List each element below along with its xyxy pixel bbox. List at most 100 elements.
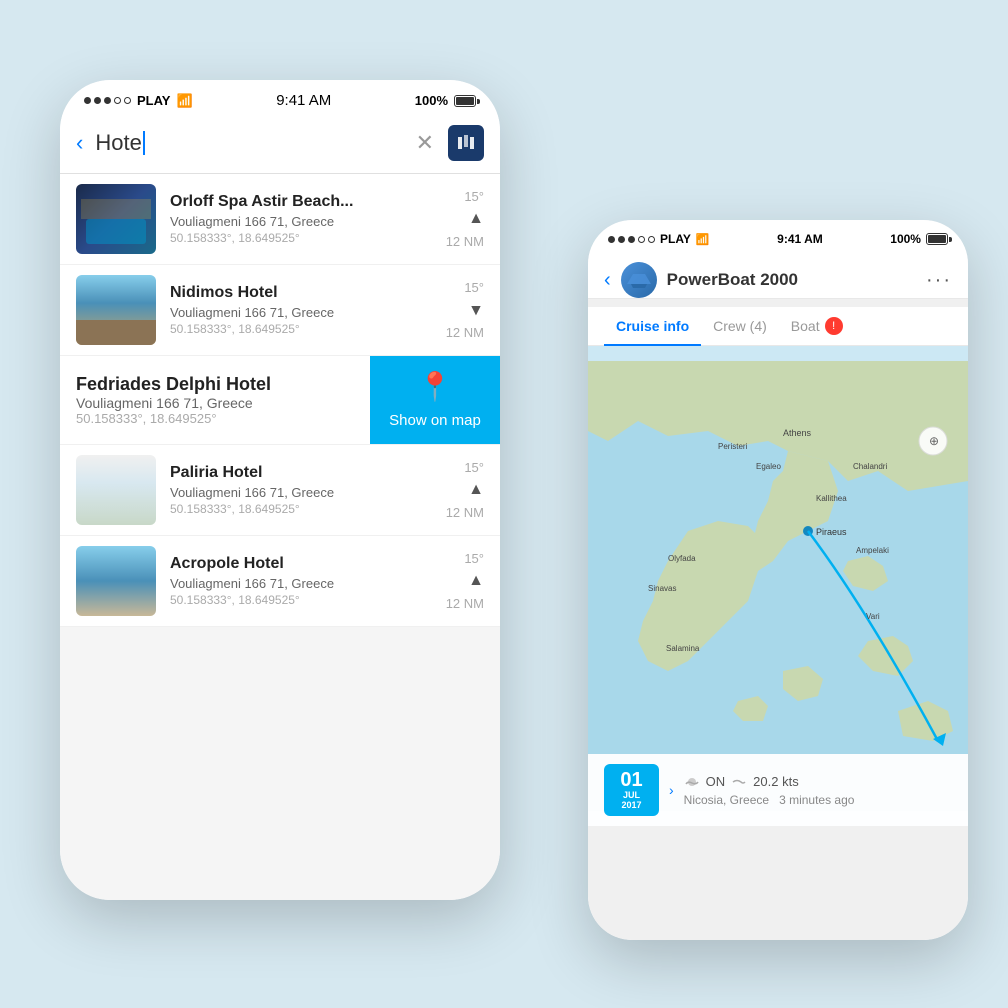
wifi-icon: 📶 bbox=[176, 93, 192, 109]
dot3 bbox=[628, 236, 635, 243]
table-row[interactable]: Acropole Hotel Vouliagmeni 166 71, Greec… bbox=[60, 536, 500, 627]
date-month: JUL bbox=[623, 790, 640, 800]
hotel-thumbnail bbox=[76, 455, 156, 525]
svg-text:Kallithea: Kallithea bbox=[816, 494, 847, 503]
map-pin-icon: 📍 bbox=[418, 370, 453, 403]
signal-dots bbox=[84, 97, 131, 104]
hotel-meta: 15° ▲ 12 NM bbox=[446, 460, 484, 520]
dot2 bbox=[94, 97, 101, 104]
hotel-meta: 15° ▲ 12 NM bbox=[446, 280, 484, 340]
status-bar-phone1: PLAY 📶 9:41 AM 100% bbox=[60, 80, 500, 117]
hotel-name: Nidimos Hotel bbox=[170, 284, 436, 302]
hotel-name: Orloff Spa Astir Beach... bbox=[170, 193, 436, 211]
svg-text:Ampelaki: Ampelaki bbox=[856, 546, 889, 555]
results-list: Orloff Spa Astir Beach... Vouliagmeni 16… bbox=[60, 174, 500, 627]
trip-location: Nicosia, Greece 3 minutes ago bbox=[684, 793, 952, 807]
boat-label: Boat bbox=[791, 318, 820, 334]
hotel-thumbnail bbox=[76, 275, 156, 345]
date-day: 01 bbox=[620, 770, 642, 790]
hotel-coords: 50.158333°, 18.649525° bbox=[170, 502, 436, 516]
search-input[interactable]: Hote bbox=[95, 130, 403, 156]
svg-text:Chalandri: Chalandri bbox=[853, 462, 887, 471]
hotel-meta: 15° ▲ 12 NM bbox=[446, 189, 484, 249]
cruise-tabs: Cruise info Crew (4) Boat ! bbox=[588, 307, 968, 346]
wind-icon bbox=[731, 774, 747, 790]
map-toggle-button[interactable] bbox=[448, 125, 484, 161]
table-row[interactable]: Nidimos Hotel Vouliagmeni 166 71, Greece… bbox=[60, 265, 500, 356]
phone1-search: PLAY 📶 9:41 AM 100% ‹ Hote ✕ bbox=[60, 80, 500, 900]
svg-text:Egaleo: Egaleo bbox=[756, 462, 781, 471]
search-actions: ✕ bbox=[416, 125, 484, 161]
hotel-info: Orloff Spa Astir Beach... Vouliagmeni 16… bbox=[170, 193, 436, 245]
distance-label: 12 NM bbox=[446, 505, 484, 520]
dot3 bbox=[104, 97, 111, 104]
search-text: Hote bbox=[95, 130, 141, 156]
bearing-label: 15° bbox=[464, 460, 484, 475]
hotel-coords: 50.158333°, 18.649525° bbox=[170, 322, 436, 336]
show-on-map-button[interactable]: 📍 Show on map bbox=[370, 356, 500, 444]
weather-label: ON bbox=[706, 774, 726, 789]
date-tag[interactable]: 01 JUL 2017 bbox=[604, 764, 659, 816]
tab-crew[interactable]: Crew (4) bbox=[701, 307, 779, 345]
hotel-meta: 15° ▲ 12 NM bbox=[446, 551, 484, 611]
crew-label: Crew (4) bbox=[713, 318, 767, 334]
svg-text:Peristeri: Peristeri bbox=[718, 442, 748, 451]
map-icon bbox=[456, 133, 476, 153]
hotel-info: Acropole Hotel Vouliagmeni 166 71, Greec… bbox=[170, 555, 436, 607]
more-options-button[interactable]: ··· bbox=[926, 269, 952, 292]
phone2-cruise: PLAY 📶 9:41 AM 100% ‹ PowerBoat 2000 ·· bbox=[588, 220, 968, 940]
status-left: PLAY 📶 bbox=[84, 93, 193, 109]
dot1 bbox=[84, 97, 91, 104]
boat-icon bbox=[625, 270, 653, 290]
back-button[interactable]: ‹ bbox=[76, 130, 83, 156]
trip-weather: ON 20.2 kts bbox=[684, 774, 952, 790]
dot5 bbox=[124, 97, 131, 104]
clock: 9:41 AM bbox=[276, 92, 331, 109]
distance-label: 12 NM bbox=[446, 325, 484, 340]
hotel-name: Paliria Hotel bbox=[170, 464, 436, 482]
text-cursor bbox=[143, 131, 145, 155]
wifi-icon2: 📶 bbox=[696, 233, 710, 246]
time-ago: 3 minutes ago bbox=[779, 793, 854, 807]
signal-dots2 bbox=[608, 236, 655, 243]
hotel-info: Paliria Hotel Vouliagmeni 166 71, Greece… bbox=[170, 464, 436, 516]
search-bar: ‹ Hote ✕ bbox=[60, 117, 500, 174]
boat-badge: ! bbox=[825, 317, 843, 335]
location-name: Nicosia, Greece bbox=[684, 793, 769, 807]
bearing-label: 15° bbox=[464, 189, 484, 204]
hotel-coords: 50.158333°, 18.649525° bbox=[170, 231, 436, 245]
dot4 bbox=[114, 97, 121, 104]
cruise-header: ‹ PowerBoat 2000 ··· bbox=[588, 254, 968, 299]
svg-text:Olyfada: Olyfada bbox=[668, 554, 696, 563]
status-bar-phone2: PLAY 📶 9:41 AM 100% bbox=[588, 220, 968, 254]
table-row[interactable]: Paliria Hotel Vouliagmeni 166 71, Greece… bbox=[60, 445, 500, 536]
back-button2[interactable]: ‹ bbox=[604, 269, 611, 292]
date-year: 2017 bbox=[621, 800, 641, 810]
date-arrow[interactable]: › bbox=[669, 782, 674, 798]
table-row[interactable]: Fedriades Delphi Hotel Vouliagmeni 166 7… bbox=[60, 356, 500, 445]
distance-label: 12 NM bbox=[446, 596, 484, 611]
direction-arrow-up: ▲ bbox=[468, 572, 484, 590]
tab-cruise-info[interactable]: Cruise info bbox=[604, 307, 701, 345]
battery-label: 100% bbox=[415, 93, 448, 108]
carrier-label2: PLAY bbox=[660, 232, 691, 246]
weather-icon bbox=[684, 774, 700, 790]
clear-button[interactable]: ✕ bbox=[416, 130, 434, 156]
dot1 bbox=[608, 236, 615, 243]
hotel-address: Vouliagmeni 166 71, Greece bbox=[170, 214, 436, 229]
dot4 bbox=[638, 236, 645, 243]
direction-arrow-up: ▲ bbox=[468, 481, 484, 499]
direction-arrow-up: ▲ bbox=[468, 210, 484, 228]
svg-text:Athens: Athens bbox=[783, 428, 812, 438]
show-on-map-label: Show on map bbox=[389, 411, 481, 431]
hotel-address: Vouliagmeni 166 71, Greece bbox=[170, 485, 436, 500]
direction-arrow-down: ▲ bbox=[468, 301, 484, 319]
hotel-address: Vouliagmeni 166 71, Greece bbox=[170, 576, 436, 591]
svg-text:⊕: ⊕ bbox=[929, 434, 939, 448]
dot5 bbox=[648, 236, 655, 243]
speed-label: 20.2 kts bbox=[753, 774, 799, 789]
svg-text:Sinavas: Sinavas bbox=[648, 584, 676, 593]
battery-icon bbox=[454, 95, 476, 107]
tab-boat[interactable]: Boat ! bbox=[779, 307, 855, 345]
table-row[interactable]: Orloff Spa Astir Beach... Vouliagmeni 16… bbox=[60, 174, 500, 265]
